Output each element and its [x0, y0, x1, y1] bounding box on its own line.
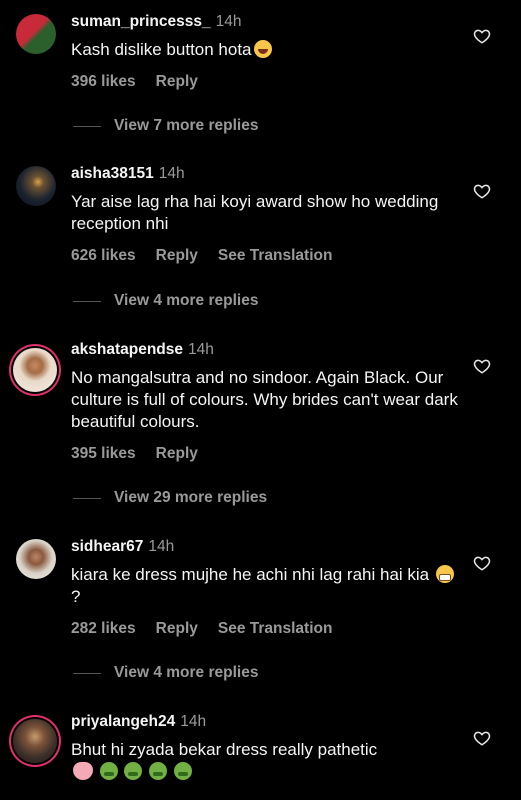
reply-button[interactable]: Reply — [156, 73, 198, 90]
avatar[interactable] — [13, 348, 57, 392]
divider-line — [73, 300, 101, 302]
likes-count[interactable]: 282 likes — [71, 620, 136, 637]
timestamp: 14h — [215, 13, 242, 30]
comment-body: akshatapendse 14h No mangalsutra and no s… — [71, 340, 461, 463]
likes-count[interactable]: 396 likes — [71, 73, 136, 90]
timestamp: 14h — [188, 341, 214, 358]
view-more-replies[interactable]: View 4 more replies — [73, 664, 258, 682]
view-more-replies[interactable]: View 29 more replies — [73, 489, 267, 507]
divider-line — [73, 497, 101, 499]
heart-outline-icon[interactable] — [473, 357, 491, 375]
avatar[interactable] — [16, 14, 56, 54]
comment-header: aisha38151 14h — [71, 164, 461, 184]
comment-actions: 626 likes Reply See Translation — [71, 247, 461, 265]
likes-count[interactable]: 626 likes — [71, 247, 136, 264]
pig-emoji-icon — [73, 762, 93, 780]
laughing-emoji-icon — [253, 40, 272, 58]
avatar[interactable] — [13, 719, 57, 763]
comment-text-content: Kash dislike button hota — [71, 40, 252, 59]
comment-text: Kash dislike button hota — [71, 39, 461, 61]
timestamp: 14h — [180, 713, 207, 730]
view-replies-label: View 29 more replies — [114, 489, 268, 506]
username[interactable]: priyalangeh24 — [71, 713, 175, 730]
comment-text-suffix: ? — [71, 587, 81, 606]
comment-body: aisha38151 14h Yar aise lag rha hai koyi … — [71, 164, 461, 265]
reply-button[interactable]: Reply — [156, 620, 198, 637]
comment-text: No mangalsutra and no sindoor. Again Bla… — [71, 368, 458, 431]
see-translation-button[interactable]: See Translation — [218, 247, 333, 264]
comment-text: Yar aise lag rha hai koyi award show ho … — [71, 192, 439, 233]
nauseated-emoji-icon — [124, 762, 143, 780]
comment-body: priyalangeh24 14h Bhut hi zyada bekar dre… — [71, 712, 461, 783]
see-translation-button[interactable]: See Translation — [218, 620, 333, 637]
view-replies-label: View 4 more replies — [114, 292, 259, 309]
comment-text: kiara ke dress mujhe he achi nhi lag rah… — [71, 564, 461, 608]
avatar[interactable] — [16, 166, 56, 206]
heart-outline-icon[interactable] — [473, 729, 491, 747]
username[interactable]: aisha38151 — [71, 165, 154, 182]
comment-text-content: kiara ke dress mujhe he achi nhi lag rah… — [71, 565, 430, 584]
comment-header: priyalangeh24 14h — [71, 712, 461, 732]
heart-outline-icon[interactable] — [473, 554, 491, 572]
reply-button[interactable]: Reply — [156, 247, 198, 264]
username[interactable]: akshatapendse — [71, 341, 183, 358]
divider-line — [73, 672, 101, 674]
comment-header: suman_princesss_ 14h — [71, 12, 461, 32]
comment-actions: 395 likes Reply — [71, 445, 461, 463]
timestamp: 14h — [158, 165, 185, 182]
view-replies-label: View 4 more replies — [114, 664, 259, 681]
comment-actions: 396 likes Reply — [71, 73, 461, 91]
view-more-replies[interactable]: View 7 more replies — [73, 117, 258, 135]
username[interactable]: suman_princesss_ — [71, 13, 211, 30]
nauseated-emoji-icon — [149, 762, 168, 780]
nauseated-emoji-icon — [99, 762, 118, 780]
likes-count[interactable]: 395 likes — [71, 445, 136, 462]
comment-body: sidhear67 14h kiara ke dress mujhe he ach… — [71, 537, 461, 638]
username[interactable]: sidhear67 — [71, 538, 143, 555]
avatar[interactable] — [16, 539, 56, 579]
comment-body: suman_princesss_ 14h Kash dislike button … — [71, 12, 461, 91]
view-more-replies[interactable]: View 4 more replies — [73, 292, 258, 310]
comment-text: Bhut hi zyada bekar dress really patheti… — [71, 739, 461, 783]
nauseated-emoji-icon — [173, 762, 192, 780]
comment-header: sidhear67 14h — [71, 537, 461, 557]
timestamp: 14h — [148, 538, 175, 555]
heart-outline-icon[interactable] — [473, 27, 491, 45]
heart-outline-icon[interactable] — [473, 182, 491, 200]
reply-button[interactable]: Reply — [156, 445, 198, 462]
comment-header: akshatapendse 14h — [71, 340, 461, 360]
grimacing-emoji-icon — [435, 565, 454, 583]
view-replies-label: View 7 more replies — [114, 117, 259, 134]
divider-line — [73, 125, 101, 127]
comment-text-content: Bhut hi zyada bekar dress really patheti… — [71, 740, 378, 759]
comment-actions: 282 likes Reply See Translation — [71, 620, 461, 638]
